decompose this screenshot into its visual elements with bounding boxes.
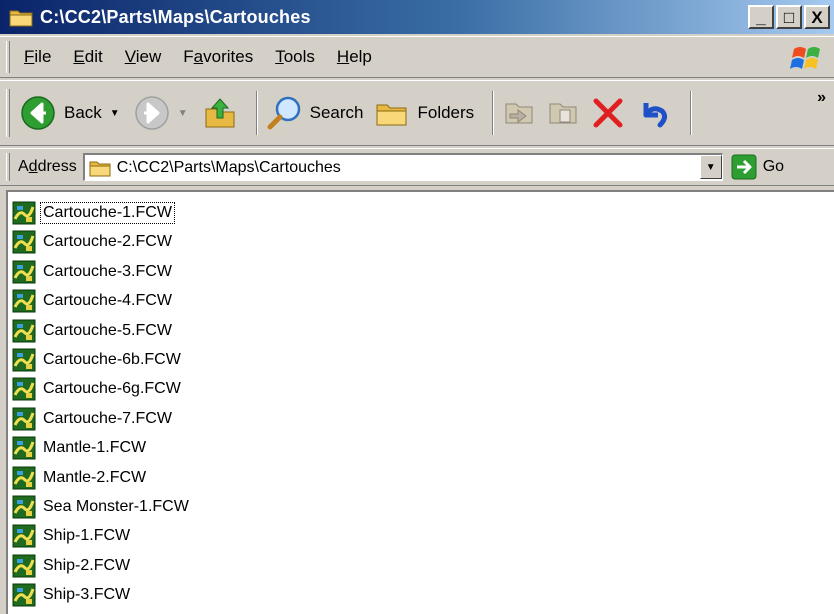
copy-to-button[interactable] <box>546 96 580 130</box>
file-item[interactable]: Cartouche-2.FCW <box>12 229 174 255</box>
file-name: Cartouche-4.FCW <box>43 292 172 310</box>
fcw-file-icon <box>12 524 36 548</box>
address-label: Address <box>18 158 77 175</box>
file-item[interactable]: Cartouche-3.FCW <box>12 259 174 285</box>
fcw-file-icon <box>12 319 36 343</box>
forward-button[interactable]: ▼ <box>134 95 192 131</box>
fcw-file-icon <box>12 230 36 254</box>
undo-button[interactable] <box>636 95 672 131</box>
menu-grip[interactable] <box>6 41 10 73</box>
go-button[interactable]: Go <box>731 154 784 180</box>
minimize-button[interactable]: _ <box>748 5 774 29</box>
menu-favorites[interactable]: Favorites <box>183 47 253 67</box>
fcw-file-icon <box>12 436 36 460</box>
file-name: Cartouche-3.FCW <box>43 262 172 280</box>
file-item[interactable]: Sea Monster-1.FCW <box>12 494 191 520</box>
close-button[interactable]: X <box>804 5 830 29</box>
maximize-button[interactable]: □ <box>776 5 802 29</box>
fcw-file-icon <box>12 466 36 490</box>
address-bar: Address C:\CC2\Parts\Maps\Cartouches ▼ G… <box>0 148 834 186</box>
back-dropdown-icon[interactable]: ▼ <box>110 108 120 119</box>
file-item[interactable]: Cartouche-1.FCW <box>12 200 175 226</box>
folder-icon <box>89 161 111 176</box>
fcw-file-icon <box>12 289 36 313</box>
fcw-file-icon <box>12 583 36 607</box>
folders-label: Folders <box>417 103 475 122</box>
file-item[interactable]: Mantle-1.FCW <box>12 435 148 461</box>
file-name: Cartouche-1.FCW <box>40 202 175 224</box>
search-button[interactable]: Search <box>266 94 364 132</box>
toolbar-more-chevron[interactable]: » <box>817 89 826 107</box>
address-grip[interactable] <box>6 153 10 181</box>
toolbar-separator <box>255 91 258 135</box>
file-item[interactable]: Ship-3.FCW <box>12 582 132 608</box>
toolbar-separator <box>690 91 693 135</box>
file-item[interactable]: Ship-1.FCW <box>12 523 132 549</box>
menu-edit[interactable]: Edit <box>73 47 102 67</box>
file-item[interactable]: Mantle-2.FCW <box>12 465 148 491</box>
delete-button[interactable] <box>590 95 626 131</box>
fcw-file-icon <box>12 377 36 401</box>
file-name: Cartouche-5.FCW <box>43 321 172 339</box>
window-title: C:\CC2\Parts\Maps\Cartouches <box>40 6 311 27</box>
file-list[interactable]: Cartouche-1.FCW Cartouche-2.FCW Cartouche-… <box>6 190 834 614</box>
folders-button[interactable]: Folders <box>373 95 474 131</box>
fcw-file-icon <box>12 554 36 578</box>
fcw-file-icon <box>12 407 36 431</box>
file-name: Cartouche-7.FCW <box>43 409 172 427</box>
back-label: Back <box>64 103 102 122</box>
toolbar-separator <box>492 91 495 135</box>
file-name: Ship-3.FCW <box>43 586 131 604</box>
go-label: Go <box>762 158 785 175</box>
address-input[interactable]: C:\CC2\Parts\Maps\Cartouches ▼ <box>82 153 723 181</box>
file-name: Ship-2.FCW <box>43 556 131 574</box>
forward-dropdown-icon[interactable]: ▼ <box>178 108 188 119</box>
file-name: Cartouche-6b.FCW <box>43 351 181 368</box>
file-item[interactable]: Cartouche-5.FCW <box>12 318 174 344</box>
file-item[interactable]: Cartouche-6b.FCW <box>12 347 183 373</box>
go-arrow-icon <box>731 154 757 180</box>
windows-logo-icon <box>790 47 820 69</box>
menu-tools[interactable]: Tools <box>275 47 315 67</box>
search-icon <box>267 96 300 130</box>
menu-bar: File Edit View Favorites Tools Help <box>0 36 834 78</box>
file-name: Ship-1.FCW <box>43 527 131 545</box>
address-dropdown-button[interactable]: ▼ <box>699 155 722 179</box>
up-folder-button[interactable] <box>202 95 238 131</box>
move-to-icon <box>505 103 533 124</box>
search-label: Search <box>309 103 364 122</box>
file-name: Sea Monster-1.FCW <box>43 498 189 515</box>
file-name: Mantle-1.FCW <box>43 439 147 457</box>
move-to-button[interactable] <box>502 96 536 130</box>
folder-icon <box>9 10 33 27</box>
file-item[interactable]: Cartouche-6g.FCW <box>12 376 183 402</box>
file-name: Cartouche-6g.FCW <box>43 380 181 398</box>
back-button[interactable]: Back ▼ <box>20 95 124 131</box>
menu-file[interactable]: File <box>24 47 51 67</box>
file-name: Cartouche-2.FCW <box>43 233 172 251</box>
title-bar[interactable]: C:\CC2\Parts\Maps\Cartouches _ □ X <box>0 0 834 34</box>
toolbar-grip[interactable] <box>6 89 10 137</box>
fcw-file-icon <box>12 348 36 372</box>
file-item[interactable]: Cartouche-7.FCW <box>12 406 174 432</box>
menu-help[interactable]: Help <box>337 47 372 67</box>
delete-icon <box>593 98 623 128</box>
up-folder-icon <box>205 98 235 128</box>
back-arrow-icon <box>21 96 55 130</box>
fcw-file-icon <box>12 260 36 284</box>
standard-toolbar: Back ▼ ▼ Search Folders » <box>0 80 834 146</box>
folders-icon <box>376 104 407 126</box>
fcw-file-icon <box>12 495 36 519</box>
file-item[interactable]: Cartouche-4.FCW <box>12 288 174 314</box>
copy-to-icon <box>549 103 577 124</box>
undo-icon <box>643 103 668 128</box>
forward-arrow-icon <box>134 96 169 130</box>
file-item[interactable]: Ship-2.FCW <box>12 553 132 579</box>
file-name: Mantle-2.FCW <box>43 468 147 486</box>
fcw-file-icon <box>12 201 36 225</box>
address-value: C:\CC2\Parts\Maps\Cartouches <box>116 158 341 176</box>
menu-view[interactable]: View <box>125 47 162 67</box>
